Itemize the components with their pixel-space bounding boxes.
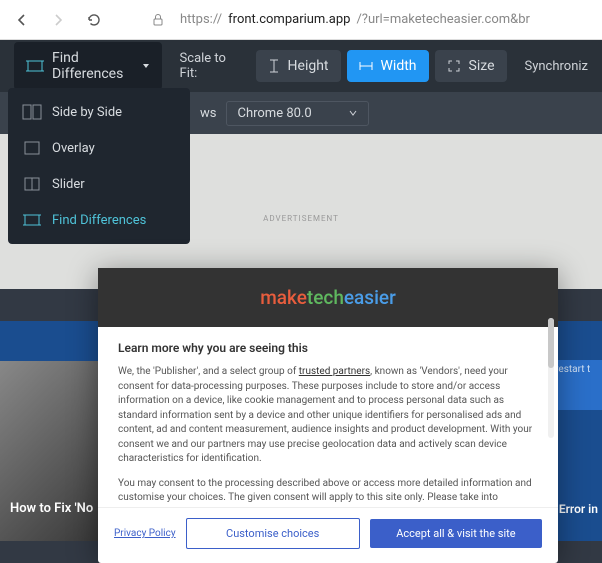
- article-title-right: Error in: [559, 502, 598, 516]
- modal-footer: Privacy Policy Customise choices Accept …: [98, 507, 558, 563]
- url-scheme: https://: [180, 12, 222, 27]
- dropdown-item-label: Side by Side: [52, 105, 122, 120]
- url-bar[interactable]: https:// front.comparium.app /?url=maketec…: [180, 12, 594, 27]
- modal-header: maketecheasier: [98, 268, 558, 327]
- dropdown-item-label: Overlay: [52, 141, 95, 156]
- ad-label: ADVERTISEMENT: [263, 214, 339, 223]
- scale-label: Scale to Fit:: [180, 51, 238, 81]
- reload-button[interactable]: [80, 6, 108, 34]
- back-button[interactable]: [8, 6, 36, 34]
- width-button[interactable]: Width: [347, 50, 429, 82]
- synchronize-label[interactable]: Synchroniz: [525, 59, 589, 74]
- size-icon: [447, 59, 461, 73]
- lock-icon: [144, 6, 172, 34]
- modal-paragraph-2: You may consent to the processing descri…: [118, 477, 538, 508]
- find-diff-icon: [22, 212, 42, 228]
- modal-heading: Learn more why you are seeing this: [118, 341, 538, 355]
- accept-all-button[interactable]: Accept all & visit the site: [370, 519, 542, 548]
- browser-select[interactable]: Chrome 80.0: [226, 101, 368, 126]
- scrollbar[interactable]: [548, 327, 554, 438]
- overlay-icon: [22, 140, 42, 156]
- dropdown-item-label: Slider: [52, 177, 85, 192]
- trusted-partners-link[interactable]: trusted partners: [299, 366, 370, 377]
- modal-paragraph-1: We, the 'Publisher', and a select group …: [118, 365, 538, 467]
- url-path: /?url=maketecheasier.com&br: [356, 12, 530, 27]
- privacy-policy-link[interactable]: Privacy Policy: [114, 528, 176, 539]
- scrollbar-thumb[interactable]: [548, 327, 554, 368]
- ws-suffix: ws: [200, 106, 216, 121]
- chevron-down-icon: [142, 62, 150, 70]
- height-icon: [268, 59, 280, 73]
- find-diff-icon: [26, 57, 44, 75]
- chevron-down-icon: [348, 108, 358, 118]
- customise-button[interactable]: Customise choices: [186, 518, 360, 549]
- article-title-left: How to Fix 'No: [10, 501, 93, 516]
- size-label: Size: [469, 58, 495, 74]
- width-icon: [359, 60, 373, 72]
- height-label: Height: [288, 58, 329, 74]
- find-diff-label: Find Differences: [52, 50, 134, 82]
- browser-select-label: Chrome 80.0: [237, 106, 311, 121]
- modal-body: Learn more why you are seeing this We, t…: [98, 327, 558, 507]
- slider-icon: [22, 176, 42, 192]
- consent-modal: maketecheasier Learn more why you are se…: [98, 268, 558, 563]
- height-button[interactable]: Height: [256, 50, 341, 82]
- dropdown-item-overlay[interactable]: Overlay: [8, 130, 190, 166]
- dropdown-item-side-by-side[interactable]: Side by Side: [8, 94, 190, 130]
- dropdown-item-label: Find Differences: [52, 213, 146, 228]
- url-domain: front.comparium.app: [228, 12, 350, 27]
- brand-logo: maketecheasier: [260, 286, 396, 309]
- forward-button[interactable]: [44, 6, 72, 34]
- width-label: Width: [381, 58, 417, 74]
- dropdown-item-slider[interactable]: Slider: [8, 166, 190, 202]
- size-button[interactable]: Size: [435, 50, 507, 82]
- dropdown-item-find-differences[interactable]: Find Differences: [8, 202, 190, 238]
- find-diff-dropdown: Side by Side Overlay Slider Find Differe…: [8, 88, 190, 244]
- side-by-side-icon: [22, 104, 42, 120]
- find-differences-button[interactable]: Find Differences: [14, 42, 162, 90]
